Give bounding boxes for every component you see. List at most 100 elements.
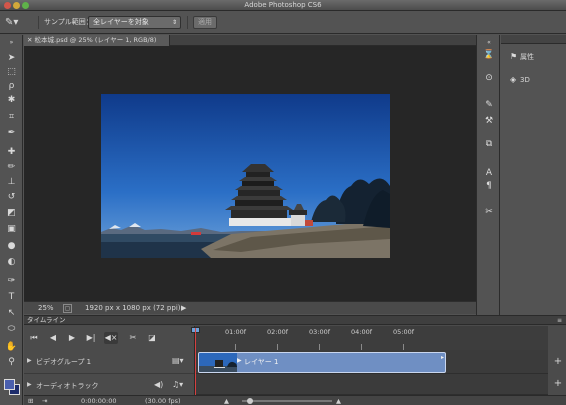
type-tool-icon[interactable]: T — [3, 291, 20, 303]
timeline-panel: タイムライン ≡ ⏮ ◀ ▶ ▶| ◀× ✂ ◪ 01:00f 02:00f 0… — [24, 315, 566, 405]
ruler-label: 04:00f — [351, 328, 373, 336]
options-bar: ✎▾ サンプル範囲： 全レイヤーを対象 ⇕ 適用 — [0, 11, 566, 34]
brush-tool-icon[interactable]: ✏ — [3, 161, 20, 173]
character-icon[interactable]: A — [482, 167, 496, 180]
video-clip[interactable]: ▶ レイヤー 1 ▸ — [198, 352, 446, 373]
disclosure-triangle-icon[interactable]: ▶ — [27, 357, 32, 364]
previous-frame-icon[interactable]: ◀ — [46, 332, 60, 344]
sample-select[interactable]: 全レイヤーを対象 ⇕ — [88, 16, 181, 29]
3d-panel-label: 3D — [520, 76, 530, 84]
split-at-playhead-icon[interactable]: ✂ — [126, 332, 140, 344]
properties-panel-tab[interactable]: ⚑ 属性 — [510, 52, 534, 62]
music-note-icon[interactable]: ♫▾ — [172, 380, 183, 389]
actions-icon[interactable]: ⊙ — [482, 72, 496, 85]
clone-stamp-icon[interactable]: ⊥ — [3, 176, 20, 188]
mute-audio-icon[interactable]: ◀× — [104, 332, 118, 344]
eyedropper-tool-icon[interactable]: ✒ — [3, 127, 20, 139]
shape-tool-icon[interactable]: ⬭ — [3, 323, 20, 335]
pen-tool-icon[interactable]: ✑ — [3, 275, 20, 287]
frame-rate: (30.00 fps) — [145, 397, 181, 405]
panel-menu-icon[interactable]: ≡ — [557, 316, 562, 325]
next-frame-icon[interactable]: ▶| — [84, 332, 98, 344]
zoom-in-mountain-icon[interactable]: ▲ — [336, 397, 341, 405]
zoom-level[interactable]: 25% — [38, 304, 54, 312]
title-bar: Adobe Photoshop CS6 — [0, 0, 566, 11]
apply-button[interactable]: 適用 — [193, 16, 217, 29]
document-image — [101, 94, 390, 258]
status-bar: 25% ▢ 1920 px x 1080 px (72 ppi) ▶ — [24, 301, 476, 314]
3d-icon: ◈ — [510, 75, 517, 84]
sample-select-value: 全レイヤーを対象 — [93, 18, 149, 26]
convert-frame-animation-icon[interactable]: ⊞ — [28, 397, 33, 405]
document-tab[interactable]: ✕ 松本城.psd @ 25% (レイヤー 1, RGB/8) — [24, 35, 170, 46]
quick-select-tool-icon[interactable]: ✱ — [3, 94, 20, 106]
clip-options-icon[interactable]: ▸ — [441, 354, 444, 361]
transition-icon[interactable]: ◪ — [145, 332, 159, 344]
audio-track-lane[interactable] — [194, 374, 548, 395]
document-tab-label: 松本城.psd @ 25% (レイヤー 1, RGB/8) — [34, 36, 157, 44]
healing-brush-icon[interactable]: ✚ — [3, 146, 20, 158]
properties-panel-label: 属性 — [520, 53, 534, 61]
move-tool-icon[interactable]: ➤ — [3, 52, 20, 64]
hand-tool-icon[interactable]: ✋ — [3, 341, 20, 353]
close-icon[interactable]: ✕ — [27, 36, 35, 44]
path-select-tool-icon[interactable]: ↖ — [3, 307, 20, 319]
timeline-zoom-knob[interactable] — [247, 398, 253, 404]
timeline-tab-bar: タイムライン ≡ — [24, 316, 566, 325]
right-panel-header — [501, 35, 566, 44]
canvas-area[interactable] — [24, 46, 476, 301]
film-strip-icon[interactable]: ▤▾ — [172, 356, 184, 365]
blur-tool-icon[interactable]: ● — [3, 240, 20, 252]
zoom-tool-icon[interactable]: ⚲ — [3, 356, 20, 368]
dodge-tool-icon[interactable]: ◐ — [3, 256, 20, 268]
clip-expand-icon[interactable]: ▶ — [237, 357, 242, 364]
timeline-zoom-slider[interactable] — [242, 400, 332, 402]
paragraph-icon[interactable]: ¶ — [482, 180, 496, 193]
history-icon[interactable]: ⌛ — [482, 49, 496, 62]
clip-thumbnail — [199, 353, 237, 372]
audio-mute-icon[interactable]: ◀) — [154, 380, 163, 389]
video-group-track-header[interactable]: ▶ ビデオグループ 1 ▤▾ — [24, 350, 194, 374]
timeline-tab-label[interactable]: タイムライン — [27, 316, 66, 325]
panel-collapse-icon[interactable]: » — [3, 37, 20, 49]
crop-tool-icon[interactable]: ⌗ — [3, 111, 20, 123]
foreground-color-swatch[interactable] — [4, 379, 15, 390]
gradient-tool-icon[interactable]: ▣ — [3, 223, 20, 235]
disclosure-triangle-icon[interactable]: ▶ — [27, 381, 32, 388]
add-audio-button[interactable]: + — [552, 378, 564, 390]
document-info: 1920 px x 1080 px (72 ppi) — [85, 304, 181, 312]
document-tab-bar: ✕ 松本城.psd @ 25% (レイヤー 1, RGB/8) — [24, 35, 476, 46]
video-track-lane[interactable]: ▶ レイヤー 1 ▸ — [194, 350, 548, 374]
add-media-button[interactable]: + — [552, 356, 564, 368]
layer-comps-icon[interactable]: ⧉ — [482, 138, 496, 151]
3d-panel-tab[interactable]: ◈ 3D — [510, 75, 530, 84]
swatches-icon[interactable]: ✂ — [482, 206, 496, 219]
video-group-label: ビデオグループ 1 — [36, 358, 92, 366]
brush-presets-icon[interactable]: ✎ — [482, 99, 496, 112]
options-divider — [38, 16, 39, 29]
sample-label: サンプル範囲： — [44, 18, 93, 26]
timeline-transport: ⏮ ◀ ▶ ▶| ◀× ✂ ◪ — [24, 326, 194, 350]
ruler-label: 01:00f — [225, 328, 247, 336]
status-info-icon[interactable]: ▢ — [63, 304, 72, 313]
go-to-first-frame-icon[interactable]: ⏮ — [27, 332, 41, 344]
tool-preset-picker[interactable]: ✎▾ — [5, 16, 29, 29]
play-icon[interactable]: ▶ — [65, 332, 79, 344]
marquee-tool-icon[interactable]: ⬚ — [3, 66, 20, 78]
history-brush-icon[interactable]: ↺ — [3, 191, 20, 203]
status-menu-arrow-icon[interactable]: ▶ — [181, 304, 186, 312]
eraser-tool-icon[interactable]: ◩ — [3, 207, 20, 219]
clip-thumbnail-image — [199, 353, 237, 372]
castle-photo — [101, 94, 390, 258]
lasso-tool-icon[interactable]: ρ — [3, 80, 20, 92]
collapse-icons-icon[interactable]: « — [482, 36, 496, 49]
render-video-icon[interactable]: ⇥ — [42, 397, 47, 405]
timeline-ruler[interactable]: 01:00f 02:00f 03:00f 04:00f 05:00f — [194, 326, 548, 350]
panel-dock-strip: « ⌛ ⊙ ✎ ⚒ ⧉ A ¶ ✂ — [476, 35, 500, 315]
tool-presets-icon[interactable]: ⚒ — [482, 115, 496, 128]
tools-panel: » ➤ ⬚ ρ ✱ ⌗ ✒ ✚ ✏ ⊥ ↺ ◩ ▣ ● ◐ ✑ T ↖ ⬭ ✋ … — [0, 35, 23, 405]
spot-healing-brush-icon: ✎▾ — [5, 17, 19, 28]
zoom-out-mountain-icon[interactable]: ▲ — [224, 397, 229, 405]
playhead[interactable] — [195, 328, 196, 402]
audio-track-label: オーディオトラック — [36, 382, 99, 390]
